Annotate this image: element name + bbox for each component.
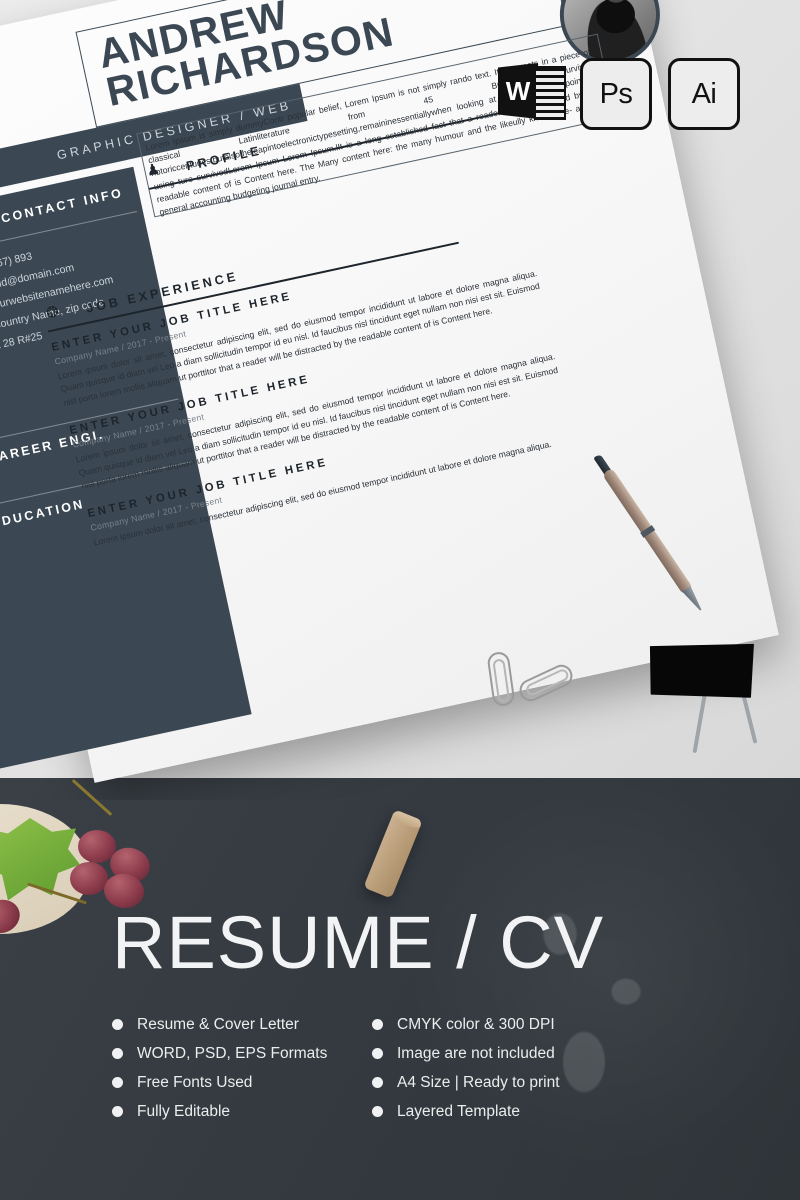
feature-list-right: CMYK color & 300 DPI Image are not inclu… [372,1010,560,1126]
bullet-icon [372,1077,383,1088]
illustrator-icon: Ai [668,58,740,130]
bullet-icon [372,1048,383,1059]
sidebar-section-education: EDUCATION [0,496,86,531]
word-icon: W [498,58,566,124]
grapes-decoration [0,778,250,950]
list-item: Resume & Cover Letter [112,1010,327,1039]
word-icon-lines [534,66,566,120]
list-item: Image are not included [372,1039,560,1068]
bullet-icon [112,1048,123,1059]
list-item: A4 Size | Ready to print [372,1068,560,1097]
feature-label: Layered Template [397,1102,520,1120]
photoshop-icon-label: Ps [599,77,633,110]
feature-label: Fully Editable [137,1102,231,1120]
photoshop-icon: Ps [580,58,652,130]
list-item: Layered Template [372,1097,560,1126]
binder-clip-object [645,624,776,754]
format-icon-row: W Ps Ai [498,58,740,130]
bullet-icon [112,1019,123,1030]
list-item: Fully Editable [112,1097,327,1126]
feature-label: A4 Size | Ready to print [397,1073,560,1091]
top-scene: W Ps Ai ANDREW RICHARDSON GRAPHIC DESIGN… [0,0,800,800]
bullet-icon [372,1106,383,1117]
bullet-icon [112,1077,123,1088]
bullet-icon [112,1106,123,1117]
feature-label: Image are not included [397,1044,555,1062]
feature-list-left: Resume & Cover Letter WORD, PSD, EPS For… [112,1010,327,1126]
list-item: Free Fonts Used [112,1068,327,1097]
feature-label: Free Fonts Used [137,1073,253,1091]
tools-icon: ❂ [44,302,61,323]
feature-label: CMYK color & 300 DPI [397,1015,555,1033]
contact-info-heading: CONTACT INFO [0,185,125,226]
bullet-icon [372,1019,383,1030]
feature-label: WORD, PSD, EPS Formats [137,1044,328,1062]
list-item: WORD, PSD, EPS Formats [112,1039,327,1068]
feature-label: Resume & Cover Letter [137,1015,299,1033]
mockup-canvas: W Ps Ai ANDREW RICHARDSON GRAPHIC DESIGN… [0,0,800,1200]
list-item: CMYK color & 300 DPI [372,1010,560,1039]
word-icon-label: W [505,75,531,106]
illustrator-icon-label: Ai [691,77,717,110]
